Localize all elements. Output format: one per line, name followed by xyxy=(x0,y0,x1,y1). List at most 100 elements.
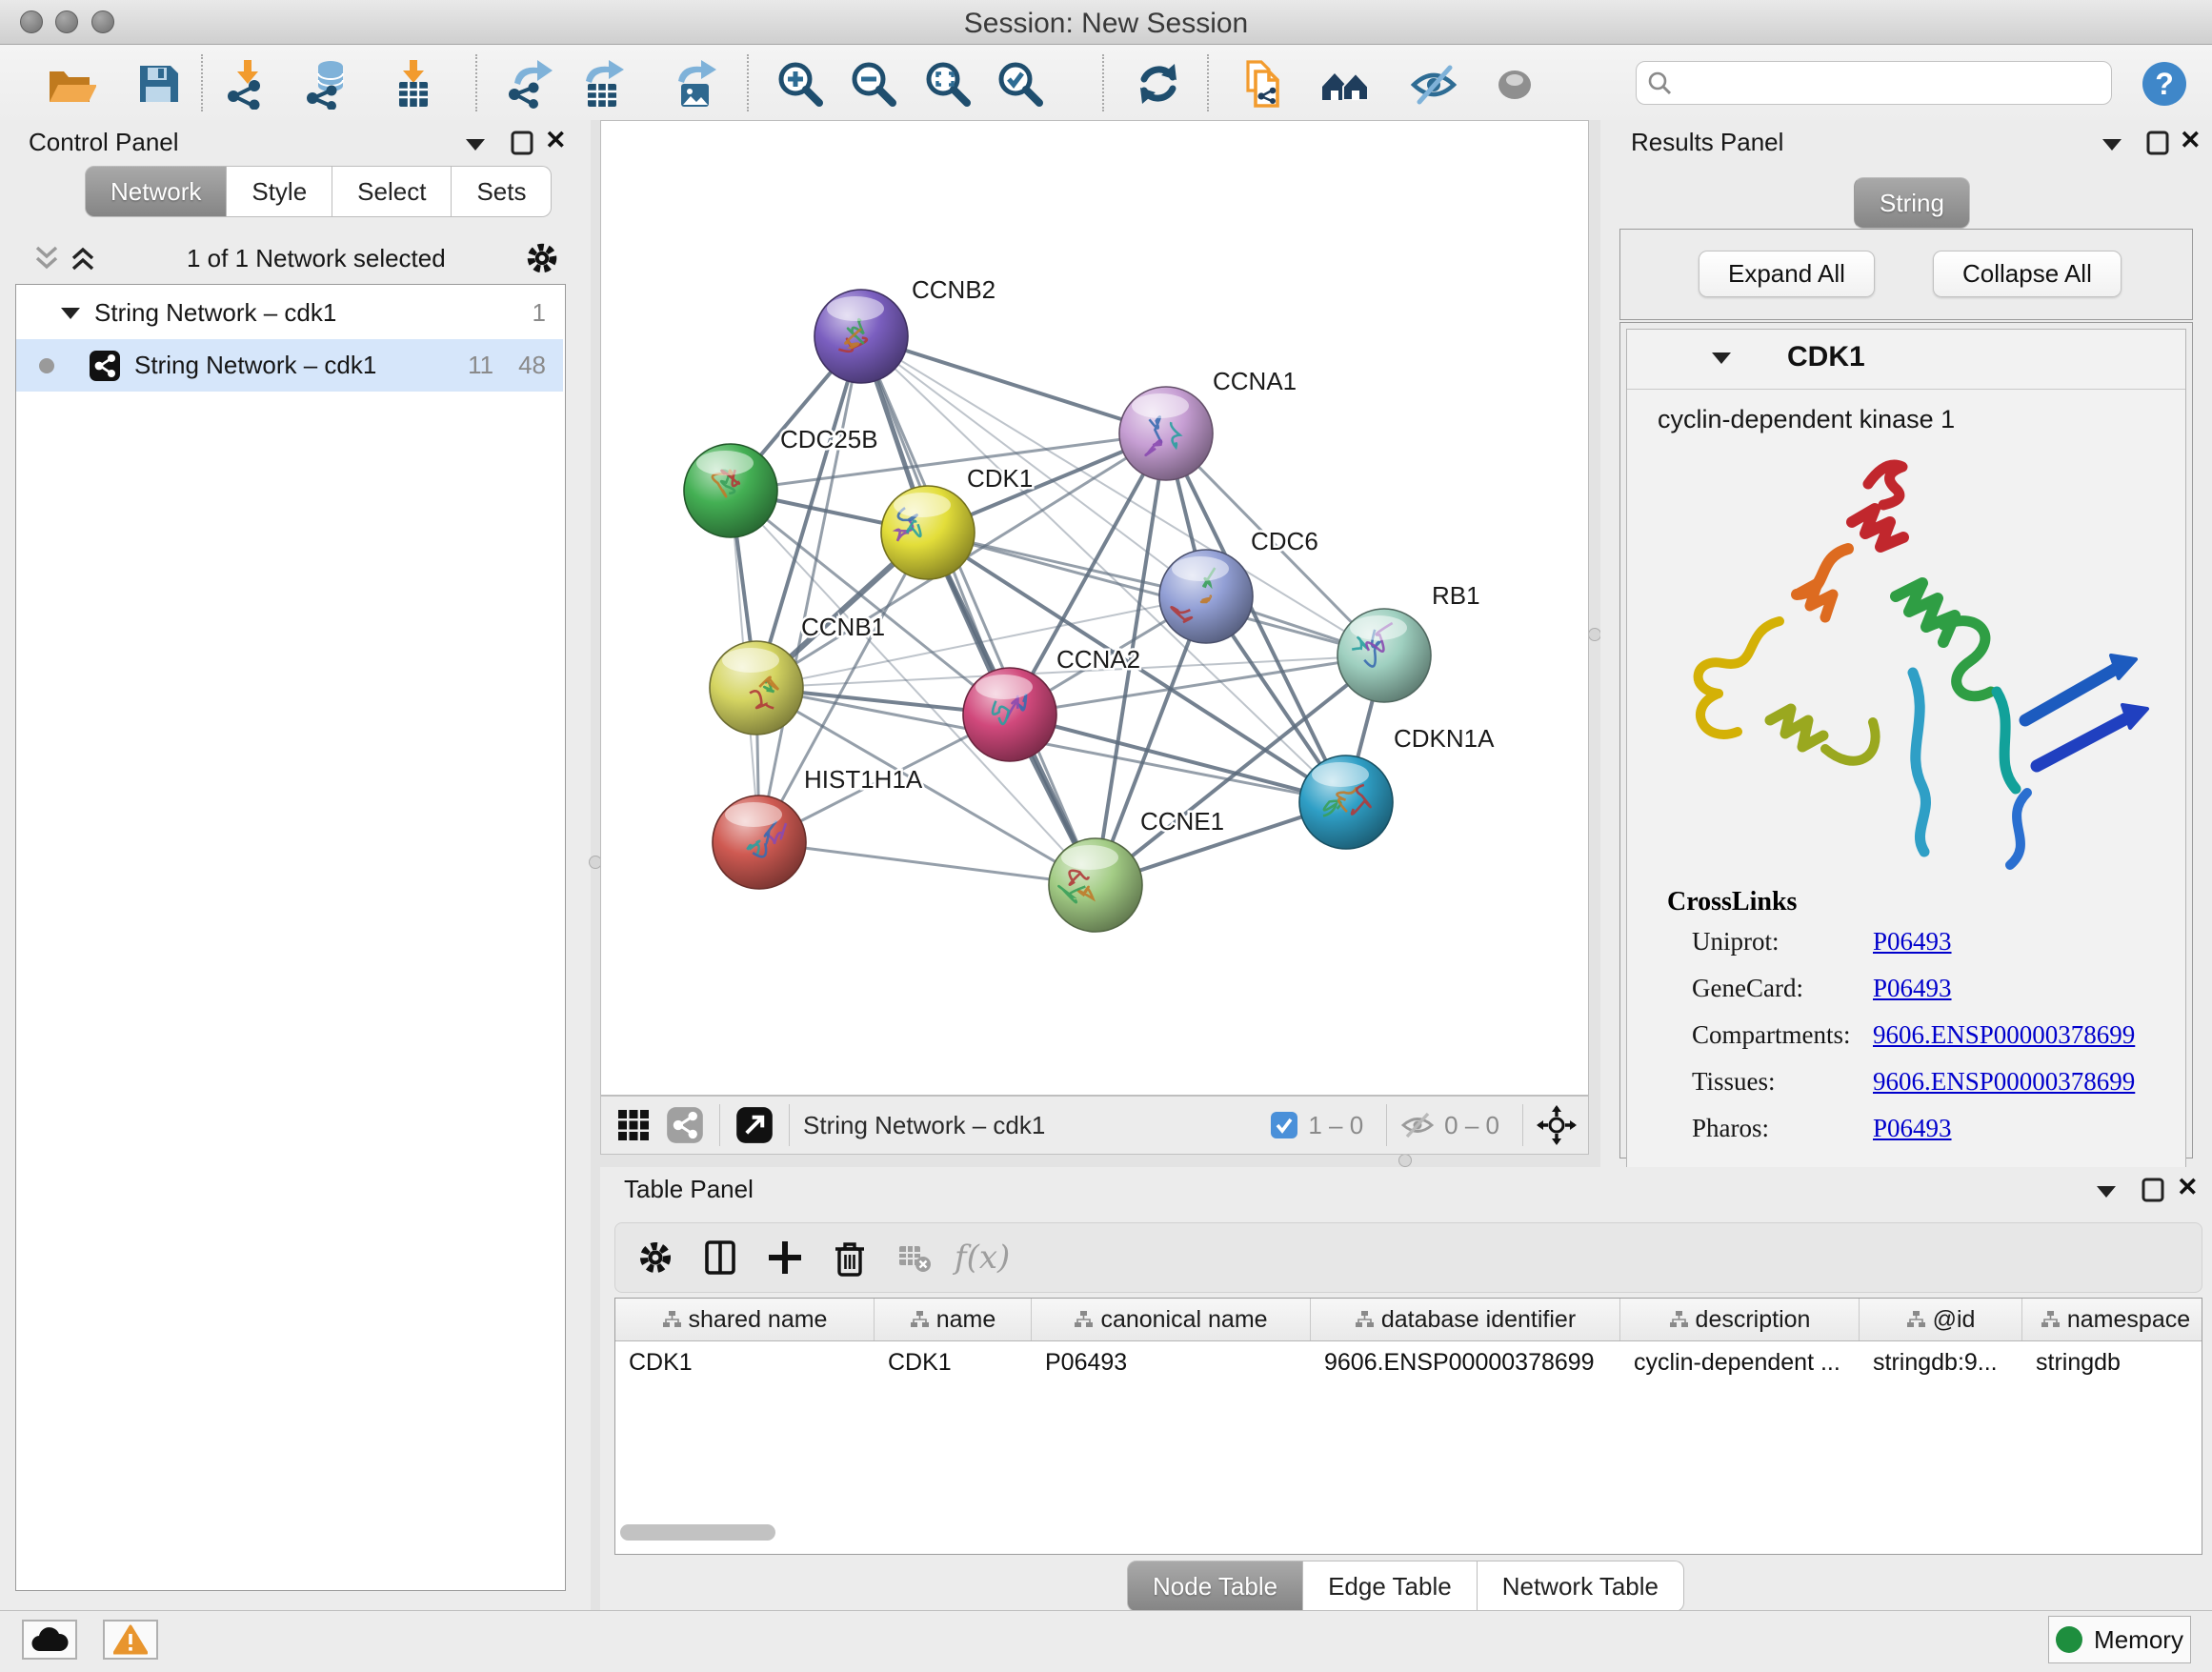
network-edge-CCNB2-CCNA1[interactable] xyxy=(861,336,1166,433)
network-node-CDK1[interactable]: CDK1 xyxy=(881,464,1033,579)
result-entry-header[interactable]: CDK1 xyxy=(1627,330,2185,390)
open-view-in-window-button[interactable] xyxy=(734,1104,775,1146)
zoom-fit-button[interactable] xyxy=(921,57,975,111)
open-session-button[interactable] xyxy=(44,57,97,111)
cell-database-identifier[interactable]: 9606.ENSP00000378699 xyxy=(1311,1341,1620,1385)
close-panel-icon[interactable]: ✕ xyxy=(2180,126,2202,155)
string-network-toggle-button[interactable] xyxy=(664,1104,706,1146)
panel-menu-icon[interactable] xyxy=(465,137,486,152)
cloud-status-button[interactable] xyxy=(22,1620,77,1660)
network-node-HIST1H1A[interactable]: HIST1H1A xyxy=(713,765,923,889)
cell-description[interactable]: cyclin-dependent ... xyxy=(1620,1341,1860,1385)
network-edge-CCNB2-CCNE1[interactable] xyxy=(861,336,1096,885)
vertical-splitter-right[interactable] xyxy=(1589,120,1600,1167)
cell-shared-name[interactable]: CDK1 xyxy=(615,1341,875,1385)
column-header-name[interactable]: name xyxy=(875,1299,1032,1340)
column-header-shared-name[interactable]: shared name xyxy=(615,1299,875,1340)
column-header-canonical-name[interactable]: canonical name xyxy=(1032,1299,1311,1340)
column-header-description[interactable]: description xyxy=(1620,1299,1860,1340)
tab-network-table[interactable]: Network Table xyxy=(1478,1561,1684,1612)
entry-collapse-icon[interactable] xyxy=(1711,351,1732,366)
zoom-in-button[interactable] xyxy=(774,57,827,111)
save-session-button[interactable] xyxy=(131,57,185,111)
hide-selected-button[interactable] xyxy=(1407,57,1460,111)
import-network-file-button[interactable] xyxy=(220,57,273,111)
hidden-eye-icon[interactable] xyxy=(1400,1111,1435,1139)
expand-all-button[interactable]: Expand All xyxy=(1699,251,1875,297)
import-table-file-button[interactable] xyxy=(386,57,439,111)
column-header-id[interactable]: @id xyxy=(1860,1299,2022,1340)
cell-id[interactable]: stringdb:9... xyxy=(1860,1341,2022,1385)
selected-checkbox-icon[interactable] xyxy=(1270,1111,1298,1139)
tree-expand-icon[interactable] xyxy=(60,306,81,321)
zoom-out-button[interactable] xyxy=(847,57,900,111)
column-header-namespace[interactable]: namespace xyxy=(2022,1299,2202,1340)
splitter-handle[interactable] xyxy=(1398,1154,1412,1167)
memory-status-button[interactable]: Memory xyxy=(2048,1616,2191,1663)
export-network-button[interactable] xyxy=(502,57,555,111)
tab-node-table[interactable]: Node Table xyxy=(1127,1561,1303,1612)
show-all-button[interactable] xyxy=(1488,57,1541,111)
table-row[interactable]: CDK1 CDK1 P06493 9606.ENSP00000378699 cy… xyxy=(615,1341,2202,1385)
crosslink-genecard[interactable]: P06493 xyxy=(1873,974,1952,1003)
network-options-gear-icon[interactable] xyxy=(522,238,562,278)
collapse-all-chevron-icon[interactable] xyxy=(32,244,61,272)
network-node-CCNB2[interactable]: CCNB2 xyxy=(814,275,995,383)
panel-menu-icon[interactable] xyxy=(2096,1184,2117,1199)
float-panel-icon[interactable] xyxy=(510,130,534,156)
tab-string[interactable]: String xyxy=(1854,177,1970,229)
close-panel-icon[interactable]: ✕ xyxy=(2177,1173,2199,1202)
export-table-button[interactable] xyxy=(575,57,629,111)
column-header-database-identifier[interactable]: database identifier xyxy=(1311,1299,1620,1340)
collapse-all-button[interactable]: Collapse All xyxy=(1933,251,2122,297)
network-node-CCNB1[interactable]: CCNB1 xyxy=(710,613,885,735)
warning-status-button[interactable] xyxy=(103,1620,158,1660)
expand-all-chevron-icon[interactable] xyxy=(69,244,97,272)
network-node-CDKN1A[interactable]: CDKN1A xyxy=(1299,724,1495,849)
help-button[interactable]: ? xyxy=(2138,57,2191,111)
crosslink-uniprot[interactable]: P06493 xyxy=(1873,927,1952,957)
tab-network[interactable]: Network xyxy=(85,166,227,217)
new-network-from-selection-button[interactable] xyxy=(1236,57,1289,111)
cell-namespace[interactable]: stringdb xyxy=(2022,1341,2202,1385)
tab-edge-table[interactable]: Edge Table xyxy=(1303,1561,1478,1612)
vertical-splitter-left[interactable] xyxy=(591,120,600,1610)
create-column-button[interactable] xyxy=(760,1233,810,1282)
birds-eye-view-button[interactable] xyxy=(613,1104,654,1146)
crosslink-compartments[interactable]: 9606.ENSP00000378699 xyxy=(1873,1020,2135,1050)
export-image-button[interactable] xyxy=(668,57,721,111)
table-horizontal-scrollbar[interactable] xyxy=(620,1524,775,1541)
close-panel-icon[interactable]: ✕ xyxy=(545,126,567,155)
network-node-CCNE1[interactable]: CCNE1 xyxy=(1049,807,1224,932)
cell-name[interactable]: CDK1 xyxy=(875,1341,1032,1385)
network-node-RB1[interactable]: RB1 xyxy=(1337,581,1480,702)
splitter-handle[interactable] xyxy=(1588,628,1601,641)
search-input[interactable] xyxy=(1673,69,2086,97)
network-edge-CDC6-CCNB1[interactable] xyxy=(756,596,1206,688)
first-neighbors-button[interactable] xyxy=(1318,57,1372,111)
crosslink-tissues[interactable]: 9606.ENSP00000378699 xyxy=(1873,1067,2135,1097)
reset-view-crosshair-icon[interactable] xyxy=(1537,1105,1577,1145)
network-node-CDC25B[interactable]: CDC25B xyxy=(684,425,878,537)
zoom-selected-button[interactable] xyxy=(994,57,1047,111)
delete-column-button[interactable] xyxy=(825,1233,875,1282)
show-columns-button[interactable] xyxy=(695,1233,745,1282)
network-edge-HIST1H1A-CCNE1[interactable] xyxy=(759,842,1096,885)
network-row-selected[interactable]: String Network – cdk1 11 48 xyxy=(16,339,563,392)
refresh-layout-button[interactable] xyxy=(1132,57,1185,111)
footer-separator xyxy=(1522,1104,1523,1146)
network-canvas[interactable]: CCNB2CCNA1CDC25BCDK1CDC6RB1CCNB1CCNA2CDK… xyxy=(600,120,1589,1096)
import-network-database-button[interactable] xyxy=(301,57,354,111)
network-node-CCNA1[interactable]: CCNA1 xyxy=(1119,367,1297,480)
panel-menu-icon[interactable] xyxy=(2101,137,2122,152)
float-panel-icon[interactable] xyxy=(2145,130,2170,156)
tab-sets[interactable]: Sets xyxy=(452,166,552,217)
network-collection-row[interactable]: String Network – cdk1 1 xyxy=(16,287,563,339)
tab-select[interactable]: Select xyxy=(332,166,452,217)
table-options-button[interactable] xyxy=(631,1233,680,1282)
crosslink-pharos[interactable]: P06493 xyxy=(1873,1114,1952,1143)
cell-canonical-name[interactable]: P06493 xyxy=(1032,1341,1311,1385)
tab-style[interactable]: Style xyxy=(227,166,332,217)
horizontal-splitter[interactable] xyxy=(600,1155,1589,1167)
float-panel-icon[interactable] xyxy=(2141,1177,2165,1203)
